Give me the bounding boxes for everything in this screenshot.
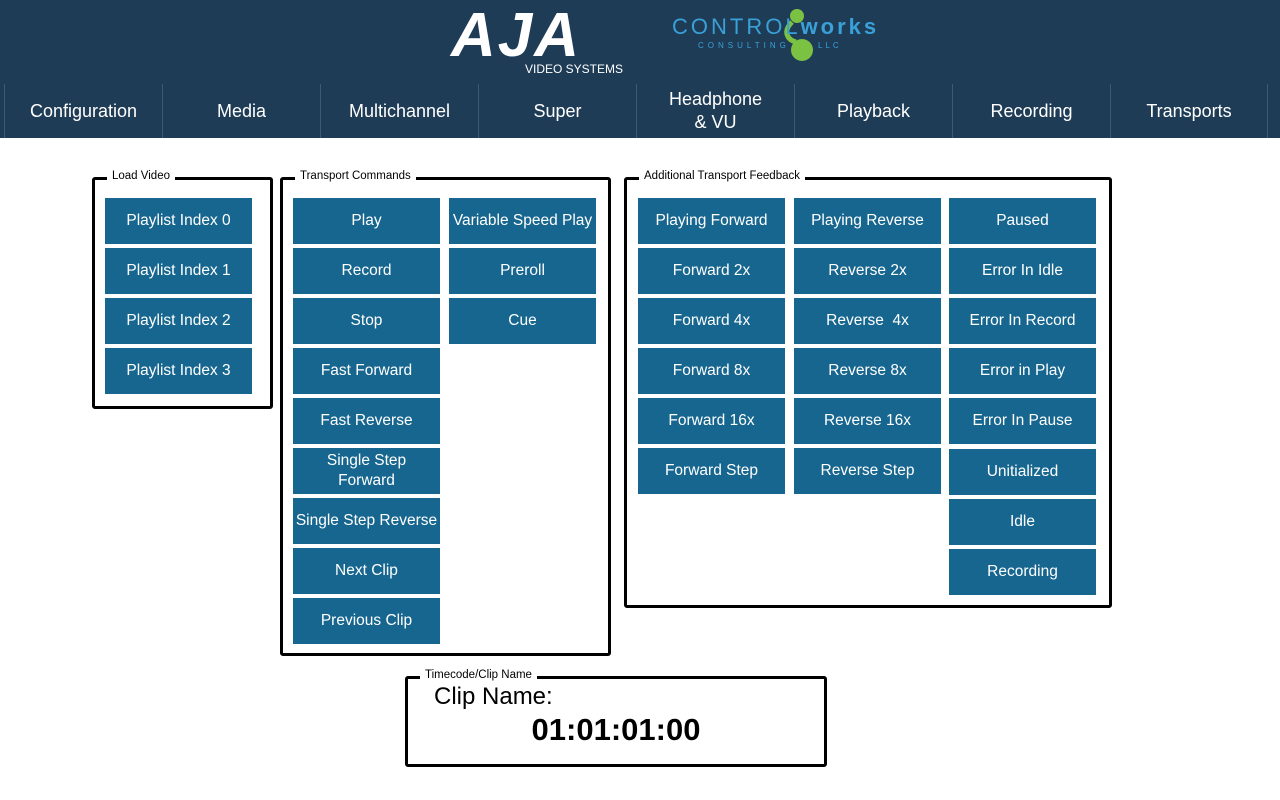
feedback-error-in-record[interactable]: Error In Record bbox=[949, 298, 1096, 344]
nav-configuration[interactable]: Configuration bbox=[4, 84, 162, 138]
record-button[interactable]: Record bbox=[293, 248, 440, 294]
single-step-reverse-button[interactable]: Single Step Reverse bbox=[293, 498, 440, 544]
next-clip-button[interactable]: Next Clip bbox=[293, 548, 440, 594]
nav-headphone-vu[interactable]: Headphone & VU bbox=[636, 84, 794, 138]
feedback-paused[interactable]: Paused bbox=[949, 198, 1096, 244]
feedback-forward-16x[interactable]: Forward 16x bbox=[638, 398, 785, 444]
feedback-reverse-16x[interactable]: Reverse 16x bbox=[794, 398, 941, 444]
feedback-reverse-8x[interactable]: Reverse 8x bbox=[794, 348, 941, 394]
playlist-index-2-button[interactable]: Playlist Index 2 bbox=[105, 298, 252, 344]
transport-feedback-label: Additional Transport Feedback bbox=[639, 168, 805, 184]
feedback-error-in-idle[interactable]: Error In Idle bbox=[949, 248, 1096, 294]
controlworks-logo: CONTROLworks CONSULTING LLC bbox=[672, 9, 879, 61]
feedback-uninitialized[interactable]: Unitialized bbox=[949, 449, 1096, 495]
svg-text:VIDEO SYSTEMS: VIDEO SYSTEMS bbox=[525, 62, 623, 76]
svg-text:CONSULTING: CONSULTING bbox=[698, 41, 790, 50]
nav-playback[interactable]: Playback bbox=[794, 84, 952, 138]
playlist-index-0-button[interactable]: Playlist Index 0 bbox=[105, 198, 252, 244]
main-nav: Configuration Media Multichannel Super H… bbox=[4, 84, 1276, 138]
feedback-reverse-2x[interactable]: Reverse 2x bbox=[794, 248, 941, 294]
feedback-reverse-step[interactable]: Reverse Step bbox=[794, 448, 941, 494]
load-video-label: Load Video bbox=[107, 168, 175, 184]
feedback-playing-forward[interactable]: Playing Forward bbox=[638, 198, 785, 244]
nav-super[interactable]: Super bbox=[478, 84, 636, 138]
feedback-reverse-4x[interactable]: Reverse 4x bbox=[794, 298, 941, 344]
nav-multichannel[interactable]: Multichannel bbox=[320, 84, 478, 138]
timecode-display: 01:01:01:00 bbox=[531, 712, 701, 747]
nav-transports[interactable]: Transports bbox=[1110, 84, 1268, 138]
fast-forward-button[interactable]: Fast Forward bbox=[293, 348, 440, 394]
stop-button[interactable]: Stop bbox=[293, 298, 440, 344]
transport-commands-label: Transport Commands bbox=[295, 168, 416, 184]
feedback-recording[interactable]: Recording bbox=[949, 549, 1096, 595]
nav-recording[interactable]: Recording bbox=[952, 84, 1110, 138]
svg-text:CONTROLworks: CONTROLworks bbox=[672, 14, 879, 39]
clip-name-label: Clip Name: bbox=[434, 683, 553, 710]
single-step-forward-button[interactable]: Single Step Forward bbox=[293, 448, 440, 494]
feedback-forward-step[interactable]: Forward Step bbox=[638, 448, 785, 494]
aja-logo: AJA VIDEO SYSTEMS bbox=[449, 6, 623, 76]
feedback-idle[interactable]: Idle bbox=[949, 499, 1096, 545]
header-bar: AJA VIDEO SYSTEMS CONTROLworks CONSULTIN… bbox=[0, 0, 1280, 138]
feedback-error-in-pause[interactable]: Error In Pause bbox=[949, 398, 1096, 444]
cue-button[interactable]: Cue bbox=[449, 298, 596, 344]
feedback-forward-4x[interactable]: Forward 4x bbox=[638, 298, 785, 344]
nav-media[interactable]: Media bbox=[162, 84, 320, 138]
feedback-playing-reverse[interactable]: Playing Reverse bbox=[794, 198, 941, 244]
previous-clip-button[interactable]: Previous Clip bbox=[293, 598, 440, 644]
fast-reverse-button[interactable]: Fast Reverse bbox=[293, 398, 440, 444]
playlist-index-1-button[interactable]: Playlist Index 1 bbox=[105, 248, 252, 294]
svg-text:AJA: AJA bbox=[449, 6, 581, 70]
playlist-index-3-button[interactable]: Playlist Index 3 bbox=[105, 348, 252, 394]
play-button[interactable]: Play bbox=[293, 198, 440, 244]
svg-text:LLC: LLC bbox=[818, 41, 842, 50]
timecode-label: Timecode/Clip Name bbox=[420, 667, 537, 683]
feedback-error-in-play[interactable]: Error in Play bbox=[949, 348, 1096, 394]
feedback-forward-8x[interactable]: Forward 8x bbox=[638, 348, 785, 394]
preroll-button[interactable]: Preroll bbox=[449, 248, 596, 294]
variable-speed-play-button[interactable]: Variable Speed Play bbox=[449, 198, 596, 244]
feedback-forward-2x[interactable]: Forward 2x bbox=[638, 248, 785, 294]
